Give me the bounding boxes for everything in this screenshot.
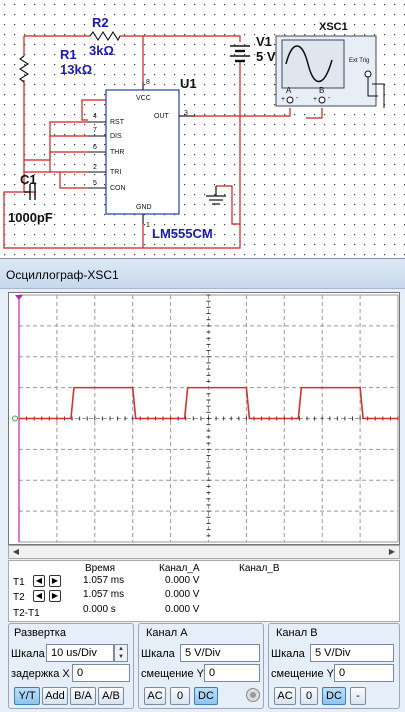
u1-name: U1 bbox=[180, 76, 197, 91]
pin-number-rst: 4 bbox=[93, 113, 97, 120]
r1-name: R1 bbox=[60, 47, 77, 62]
channel-a-zero-button[interactable]: 0 bbox=[170, 687, 190, 705]
channel-b-zero-button[interactable]: 0 bbox=[300, 687, 318, 705]
scope-display[interactable] bbox=[8, 292, 400, 545]
c1-name: C1 bbox=[20, 172, 37, 187]
pin-number-out: 3 bbox=[184, 110, 188, 117]
c1-value: 1000pF bbox=[8, 210, 53, 225]
timebase-delay-label: задержка X bbox=[11, 668, 70, 680]
channel-b-terminal: B bbox=[319, 86, 325, 95]
xsc1-name: XSC1 bbox=[319, 21, 348, 33]
ext-trig-label: Ext Trig bbox=[349, 58, 370, 64]
row-label-t2-t1: T2-T1 bbox=[13, 608, 40, 619]
channel-b-scale-label: Шкала bbox=[271, 648, 305, 660]
scroll-left-icon[interactable]: ◀ bbox=[9, 546, 23, 558]
timebase-scale-spinner[interactable]: ▲ ▼ bbox=[114, 644, 128, 662]
channel-a-dc-button[interactable]: DC bbox=[194, 687, 218, 705]
channel-a-radio[interactable] bbox=[246, 688, 260, 702]
pin-name-dis: DIS bbox=[110, 133, 122, 140]
t2-left-arrow-icon[interactable]: ◀ bbox=[33, 590, 45, 602]
t2-right-arrow-icon[interactable]: ▶ bbox=[49, 590, 61, 602]
channel-a-scale-label: Шкала bbox=[141, 648, 175, 660]
pin-name-tri: TRI bbox=[110, 169, 122, 176]
channel-a-scale-input[interactable]: 5 V/Div bbox=[180, 644, 260, 662]
t1-time: 1.057 ms bbox=[83, 575, 125, 586]
window-title: Осциллограф-XSC1 bbox=[6, 268, 119, 282]
mode-ab-button[interactable]: A/B bbox=[98, 687, 124, 705]
r1-value: 13kΩ bbox=[60, 62, 93, 77]
channel-a-plus: + bbox=[281, 96, 286, 103]
pin-number-dis: 7 bbox=[93, 127, 97, 134]
row-label-t1: T1 bbox=[13, 577, 25, 588]
channel-a-ground-marker-icon bbox=[12, 415, 18, 422]
channel-a-offset-label: смещение Y bbox=[141, 668, 204, 680]
mode-ba-button[interactable]: B/A bbox=[70, 687, 96, 705]
pin-name-rst: RST bbox=[110, 119, 124, 126]
spin-up-icon[interactable]: ▲ bbox=[115, 645, 127, 653]
cursor-readout-panel: Время Канал_A Канал_B T1 ◀ ▶ 1.057 ms 0.… bbox=[8, 560, 400, 622]
channel-b-offset-label: смещение Y bbox=[271, 668, 334, 680]
pin-name-thr: THR bbox=[110, 149, 125, 156]
scope-plot bbox=[12, 294, 399, 543]
header-channel-a: Канал_A bbox=[159, 563, 200, 574]
pin-number-thr: 6 bbox=[93, 144, 97, 151]
header-time: Время bbox=[85, 563, 116, 574]
v1-value: 5 V bbox=[256, 49, 276, 64]
channel-b-title: Канал B bbox=[276, 627, 318, 639]
channel-b-offset-input[interactable]: 0 bbox=[334, 664, 394, 682]
t1-left-arrow-icon[interactable]: ◀ bbox=[33, 575, 45, 587]
channel-b-invert-button[interactable]: - bbox=[350, 687, 366, 705]
mode-yt-button[interactable]: Y/T bbox=[14, 687, 40, 705]
window-title-bar[interactable]: Осциллограф-XSC1 bbox=[0, 259, 405, 289]
v1-name: V1 bbox=[256, 34, 272, 49]
mode-add-button[interactable]: Add bbox=[42, 687, 68, 705]
t1-channel-a: 0.000 V bbox=[165, 575, 200, 586]
scroll-right-icon[interactable]: ▶ bbox=[385, 546, 399, 558]
pin-number-con: 5 bbox=[93, 180, 97, 187]
pin-name-out: OUT bbox=[154, 113, 169, 120]
channel-b-minus: - bbox=[328, 95, 331, 102]
spin-down-icon[interactable]: ▼ bbox=[115, 653, 127, 661]
channel-b-ac-button[interactable]: AC bbox=[274, 687, 296, 705]
channel-b-plus: + bbox=[313, 96, 318, 103]
pin-number-vcc: 8 bbox=[146, 79, 150, 86]
timebase-title: Развертка bbox=[14, 627, 66, 639]
schematic-canvas bbox=[0, 0, 405, 258]
channel-a-offset-input[interactable]: 0 bbox=[204, 664, 260, 682]
channel-a-ac-button[interactable]: AC bbox=[144, 687, 166, 705]
t1-right-arrow-icon[interactable]: ▶ bbox=[49, 575, 61, 587]
u1-part: LM555CM bbox=[152, 226, 213, 241]
timebase-scale-input[interactable]: 10 us/Div bbox=[46, 644, 114, 662]
timebase-delay-input[interactable]: 0 bbox=[72, 664, 130, 682]
r2-name: R2 bbox=[92, 15, 109, 30]
pin-name-vcc: VCC bbox=[136, 95, 151, 102]
t2-t1-channel-a: 0.000 V bbox=[165, 604, 200, 615]
pin-name-con: CON bbox=[110, 185, 126, 192]
channel-b-scale-input[interactable]: 5 V/Div bbox=[310, 644, 394, 662]
channel-a-minus: - bbox=[296, 95, 299, 102]
row-label-t2: T2 bbox=[13, 592, 25, 603]
cursor-t1-marker-icon bbox=[15, 295, 23, 300]
pin-name-gnd: GND bbox=[136, 204, 152, 211]
r2-value: 3kΩ bbox=[89, 43, 114, 58]
pin-number-tri: 2 bbox=[93, 164, 97, 171]
pin-number-gnd: 1 bbox=[146, 222, 150, 229]
oscilloscope-instrument-icon[interactable] bbox=[275, 35, 377, 107]
channel-b-dc-button[interactable]: DC bbox=[322, 687, 346, 705]
horizontal-scrollbar[interactable]: ◀ ▶ bbox=[8, 545, 400, 559]
channel-a-terminal: A bbox=[286, 86, 292, 95]
t2-channel-a: 0.000 V bbox=[165, 589, 200, 600]
header-channel-b: Канал_B bbox=[239, 563, 280, 574]
t2-t1-time: 0.000 s bbox=[83, 604, 116, 615]
timebase-scale-label: Шкала bbox=[11, 648, 45, 660]
oscilloscope-window: Осциллограф-XSC1 ◀ ▶ Время Канал_A Канал… bbox=[0, 258, 405, 712]
channel-a-title: Канал A bbox=[146, 627, 188, 639]
t2-time: 1.057 ms bbox=[83, 589, 125, 600]
circuit-schematic: R2 3kΩ R1 13kΩ C1 1000pF V1 5 V U1 LM555… bbox=[0, 0, 405, 258]
